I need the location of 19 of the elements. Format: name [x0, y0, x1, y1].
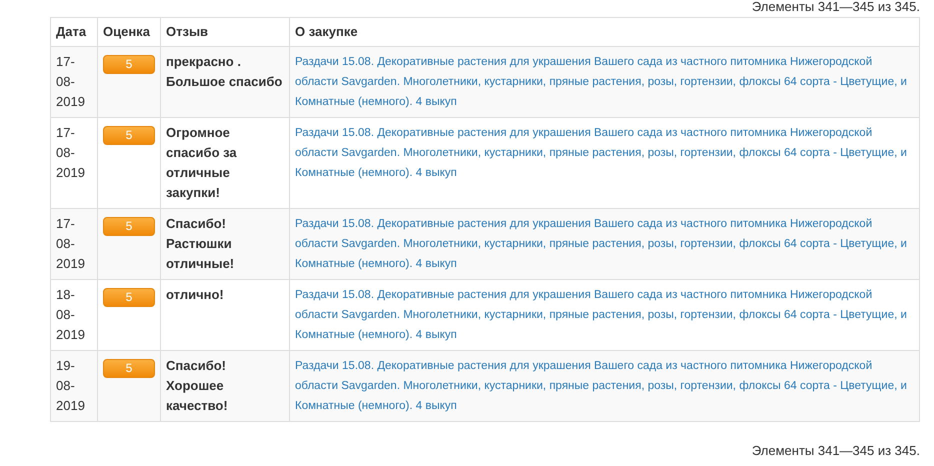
date-cell: 19-08-2019 — [50, 350, 98, 422]
pagination-summary: Элементы 341—345 из 345. — [750, 444, 920, 458]
rating-badge: 5 — [103, 288, 155, 307]
pagination-summary: Элементы 341—345 из 345. — [750, 0, 920, 14]
date-cell: 17-08-2019 — [50, 208, 98, 280]
column-header: Отзыв — [160, 18, 290, 46]
review-text: Спасибо! Хорошее качество! — [166, 358, 228, 413]
rating-badge: 5 — [103, 359, 155, 378]
column-header: Дата — [50, 18, 98, 46]
review-text: прекрасно . Большое спасибо — [166, 54, 282, 89]
review-text: отлично! — [166, 287, 224, 302]
date-cell: 17-08-2019 — [50, 118, 98, 208]
rating-badge: 5 — [103, 217, 155, 236]
date-cell: 17-08-2019 — [50, 46, 98, 118]
rating-badge: 5 — [103, 126, 155, 145]
column-header: О закупке — [290, 18, 920, 46]
review-text: Огромное спасибо за отличные закупки! — [166, 125, 237, 200]
review-text: Спасибо! Растюшки отличные! — [166, 216, 234, 271]
rating-badge: 5 — [103, 55, 155, 74]
